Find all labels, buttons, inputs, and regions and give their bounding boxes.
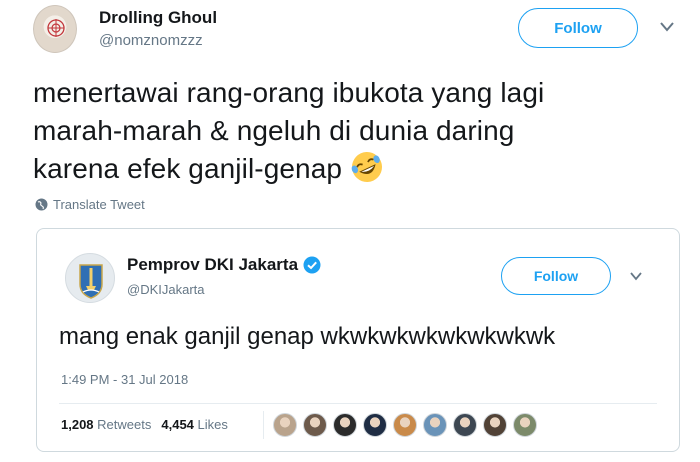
quoted-avatar[interactable] — [65, 253, 115, 303]
liker-avatars — [273, 413, 537, 437]
avatar[interactable] — [33, 5, 77, 53]
liker-avatar[interactable] — [273, 413, 297, 437]
likes-label: Likes — [197, 417, 228, 432]
quoted-tweet-text: mang enak ganjil genap wkwkwkwkwkwkwkwk — [59, 323, 556, 350]
likes-count: 4,454 — [161, 417, 194, 432]
tweet-text: menertawai rang-orang ibukota yang lagi … — [33, 74, 673, 188]
liker-avatar[interactable] — [363, 413, 387, 437]
liker-avatar[interactable] — [453, 413, 477, 437]
liker-avatar[interactable] — [513, 413, 537, 437]
divider — [263, 411, 264, 439]
tweet-text-line-content: karena efek ganjil-genap — [33, 153, 343, 184]
quoted-follow-button[interactable]: Follow — [501, 257, 611, 295]
quoted-author-handle[interactable]: @DKIJakarta — [127, 282, 205, 297]
translate-label: Translate Tweet — [53, 197, 145, 212]
liker-avatar[interactable] — [393, 413, 417, 437]
chevron-down-icon[interactable] — [630, 272, 642, 281]
likes-stat[interactable]: 4,454 Likes — [161, 417, 228, 432]
divider — [59, 403, 657, 404]
rolling-on-the-floor-laughing-icon — [351, 152, 383, 182]
jakarta-emblem-icon — [79, 264, 103, 299]
tweet-text-line: marah-marah & ngeluh di dunia daring — [33, 115, 515, 146]
tweet-text-line: karena efek ganjil-genap — [33, 150, 673, 188]
liker-avatar[interactable] — [423, 413, 447, 437]
logo-icon — [47, 19, 65, 37]
translate-tweet-link[interactable]: Translate Tweet — [35, 197, 145, 212]
globe-icon — [35, 198, 48, 211]
quoted-author-name: Pemprov DKI Jakarta — [127, 255, 299, 274]
retweets-label: Retweets — [97, 417, 152, 432]
retweets-count: 1,208 — [61, 417, 94, 432]
quoted-author[interactable]: Pemprov DKI Jakarta — [127, 255, 321, 275]
tweet-timestamp[interactable]: 1:49 PM - 31 Jul 2018 — [61, 372, 188, 387]
quoted-tweet[interactable]: Pemprov DKI Jakarta @DKIJakarta Follow m… — [36, 228, 680, 452]
retweets-stat[interactable]: 1,208 Retweets — [61, 417, 151, 432]
author-name[interactable]: Drolling Ghoul — [99, 8, 217, 28]
liker-avatar[interactable] — [483, 413, 507, 437]
engagement-stats: 1,208 Retweets 4,454 Likes — [61, 417, 228, 432]
liker-avatar[interactable] — [303, 413, 327, 437]
tweet-text-line: menertawai rang-orang ibukota yang lagi — [33, 77, 545, 108]
verified-badge-icon — [303, 256, 321, 274]
chevron-down-icon[interactable] — [660, 22, 674, 32]
follow-button[interactable]: Follow — [518, 8, 638, 48]
author-handle[interactable]: @nomznomzzz — [99, 32, 203, 49]
liker-avatar[interactable] — [333, 413, 357, 437]
